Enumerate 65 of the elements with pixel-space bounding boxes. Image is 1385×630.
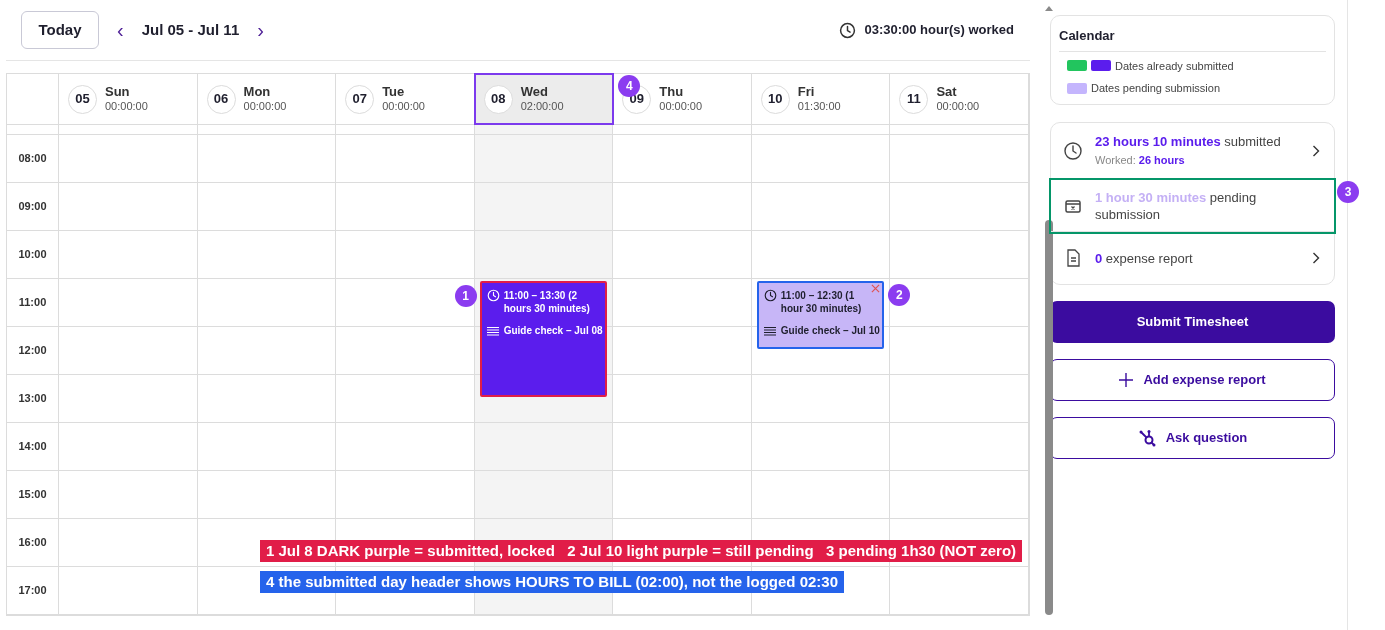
day-number: 05 [68, 84, 97, 114]
lines-icon [763, 325, 776, 336]
event-time: 11:00 – 12:30 (1 hour 30 minutes) [780, 289, 863, 315]
event-title: Guide check – Jul 10 [780, 324, 880, 338]
day-name: Tue [382, 85, 406, 99]
legend-title: Calendar [1059, 26, 1326, 52]
day-number: 08 [483, 84, 513, 114]
clock-icon [486, 289, 500, 302]
annotation-caption: 4 the submitted day header shows HOURS TO BILL (02:00), not the logged 02:30 [260, 571, 845, 593]
number-badge: 2 [888, 284, 911, 306]
day-name: Sat [936, 85, 958, 99]
day-name: Fri [797, 85, 816, 99]
day-header[interactable]: 08 Wed 02:00:00 [474, 74, 614, 124]
clock-icon [1063, 141, 1083, 161]
day-name: Mon [243, 85, 272, 99]
day-total: 00:00:00 [936, 99, 980, 113]
summary-row[interactable]: 23 hours 10 minutes submitted Worked: 26 hours [1051, 123, 1334, 180]
lines-icon [486, 325, 499, 336]
day-number: 11 [899, 84, 929, 114]
time-label: 12:00 [18, 343, 47, 359]
time-label: 17:00 [18, 583, 47, 599]
day-total: 00:00:00 [105, 99, 148, 113]
time-label: 13:00 [18, 391, 47, 407]
worked-text: Worked: 26 hours [1095, 153, 1186, 169]
time-label: 16:00 [18, 535, 47, 551]
hours-worked: 03:30:00 hour(s) worked [864, 21, 1014, 40]
legend-label: Dates pending submission [1091, 81, 1221, 96]
day-name: Wed [520, 85, 549, 99]
day-total: 02:00:00 [520, 99, 564, 113]
annotation-caption: 1 Jul 8 DARK purple = submitted, locked 2 Jul 10 light purple = still pending 3 pending 1h30 (NOT zero) [260, 540, 1023, 562]
summary-text: 23 hours 10 minutes submitted [1095, 133, 1282, 151]
summary-row[interactable]: 0 expense report [1051, 232, 1334, 284]
time-label: 15:00 [18, 487, 47, 503]
hub-icon [1137, 429, 1156, 447]
submit-button[interactable]: Submit Timesheet [1050, 301, 1335, 343]
day-total: 01:30:00 [797, 99, 841, 113]
time-label: 11:00 [18, 295, 47, 311]
today-button[interactable]: Today [21, 11, 99, 49]
previous-button[interactable]: ‹ [117, 20, 124, 40]
scrollbar-thumb[interactable] [1045, 220, 1053, 615]
scroll-up-icon [1045, 6, 1053, 11]
close-icon [871, 284, 881, 293]
event-title: Guide check – Jul 08 [503, 324, 603, 338]
date-range: Jul 05 - Jul 11 [141, 19, 240, 40]
day-total: 00:00:00 [243, 99, 287, 113]
summary-text: 0 expense report [1095, 249, 1194, 267]
next-button[interactable]: › [257, 20, 264, 40]
time-label: 10:00 [18, 247, 47, 263]
day-total: 00:00:00 [382, 99, 425, 113]
clock-icon [839, 21, 857, 39]
day-name: Sun [105, 85, 131, 99]
number-badge: 3 [1337, 181, 1359, 203]
time-label: 14:00 [18, 439, 47, 455]
legend-label: Dates already submitted [1115, 58, 1234, 74]
day-number: 07 [345, 84, 375, 114]
day-total: 00:00:00 [659, 99, 703, 113]
time-label: 08:00 [18, 151, 47, 167]
clock-icon [763, 289, 777, 302]
time-label: 09:00 [18, 199, 47, 215]
day-number: 06 [206, 84, 236, 114]
summary-text: 1 hour 30 minutes pending submission [1095, 188, 1258, 223]
plus-icon [1119, 373, 1134, 387]
day-number: 10 [760, 84, 790, 114]
day-name: Thu [659, 85, 685, 99]
event-time: 11:00 – 13:30 (2 hours 30 minutes) [503, 289, 591, 315]
